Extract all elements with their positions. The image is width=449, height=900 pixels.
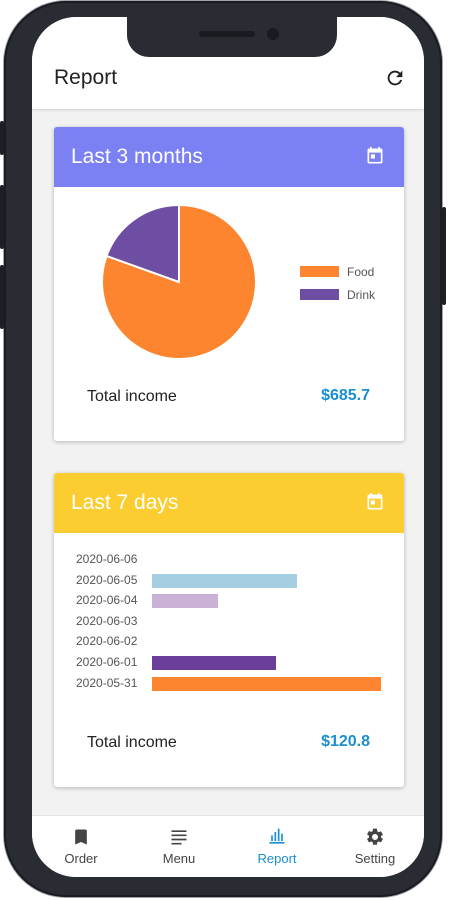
card-title: Last 7 days <box>71 491 179 514</box>
nav-item-order[interactable]: Order <box>32 816 130 877</box>
page-title: Report <box>54 66 118 89</box>
bar-label: 2020-06-01 <box>76 655 138 669</box>
nav-label: Report <box>257 851 297 866</box>
total-income-label: Total income <box>87 734 177 751</box>
volume-up-button <box>0 185 4 249</box>
card-header: Last 3 months <box>54 127 404 187</box>
report-card-last-7-days: Last 7 days 2020-06-06 2020-06-05 2020-06-… <box>54 473 404 787</box>
nav-item-setting[interactable]: Setting <box>326 816 424 877</box>
bar-label: 2020-06-06 <box>76 552 138 566</box>
screen: Report Last 3 months Food Drink Total in… <box>32 17 424 877</box>
total-income-value: $120.8 <box>321 733 370 750</box>
total-income-label: Total income <box>87 388 177 405</box>
volume-down-button <box>0 265 4 329</box>
bar-2020-06-04 <box>152 594 219 609</box>
bar-label: 2020-06-02 <box>76 634 138 649</box>
calendar-icon[interactable] <box>365 492 385 512</box>
nav-item-report[interactable]: Report <box>228 816 326 877</box>
bar-chart: 2020-06-06 2020-06-05 2020-06-04 2020-06-03… <box>54 552 404 703</box>
bar-2020-06-01 <box>152 656 276 670</box>
nav-label: Setting <box>354 851 396 866</box>
legend-label: Drink <box>347 288 376 302</box>
bar-label: 2020-06-04 <box>76 593 138 608</box>
card-title: Last 3 months <box>71 145 203 168</box>
pie-chart <box>101 203 257 360</box>
gear-icon <box>367 828 383 845</box>
bar-label: 2020-06-05 <box>76 572 138 587</box>
nav-label: Menu <box>162 851 196 866</box>
phone-frame: Report Last 3 months Food Drink Total in… <box>0 1 446 897</box>
power-button <box>442 207 446 305</box>
total-income-value: $685.7 <box>321 387 370 404</box>
mute-switch <box>0 121 4 155</box>
refresh-icon[interactable] <box>384 67 406 89</box>
bar-chart-icon <box>269 828 285 844</box>
front-camera <box>267 28 279 40</box>
bookmark-icon <box>75 829 87 845</box>
notch <box>127 17 337 57</box>
bottom-navigation: Order Menu Report Setting <box>32 815 424 877</box>
legend-label: Food <box>347 265 375 279</box>
nav-label: Order <box>64 851 98 866</box>
bar-label: 2020-06-03 <box>76 613 138 628</box>
legend-swatch <box>300 289 339 300</box>
nav-item-menu[interactable]: Menu <box>130 816 228 877</box>
report-card-last-3-months: Last 3 months Food Drink Total income $6… <box>54 127 404 441</box>
legend-swatch <box>300 266 339 277</box>
card-header: Last 7 days <box>54 473 404 533</box>
speaker <box>199 31 255 37</box>
bar-label: 2020-05-31 <box>76 675 138 690</box>
menu-icon <box>171 830 187 845</box>
bar-2020-05-31 <box>152 676 381 691</box>
bar-2020-06-05 <box>152 573 298 588</box>
calendar-icon[interactable] <box>365 146 385 166</box>
